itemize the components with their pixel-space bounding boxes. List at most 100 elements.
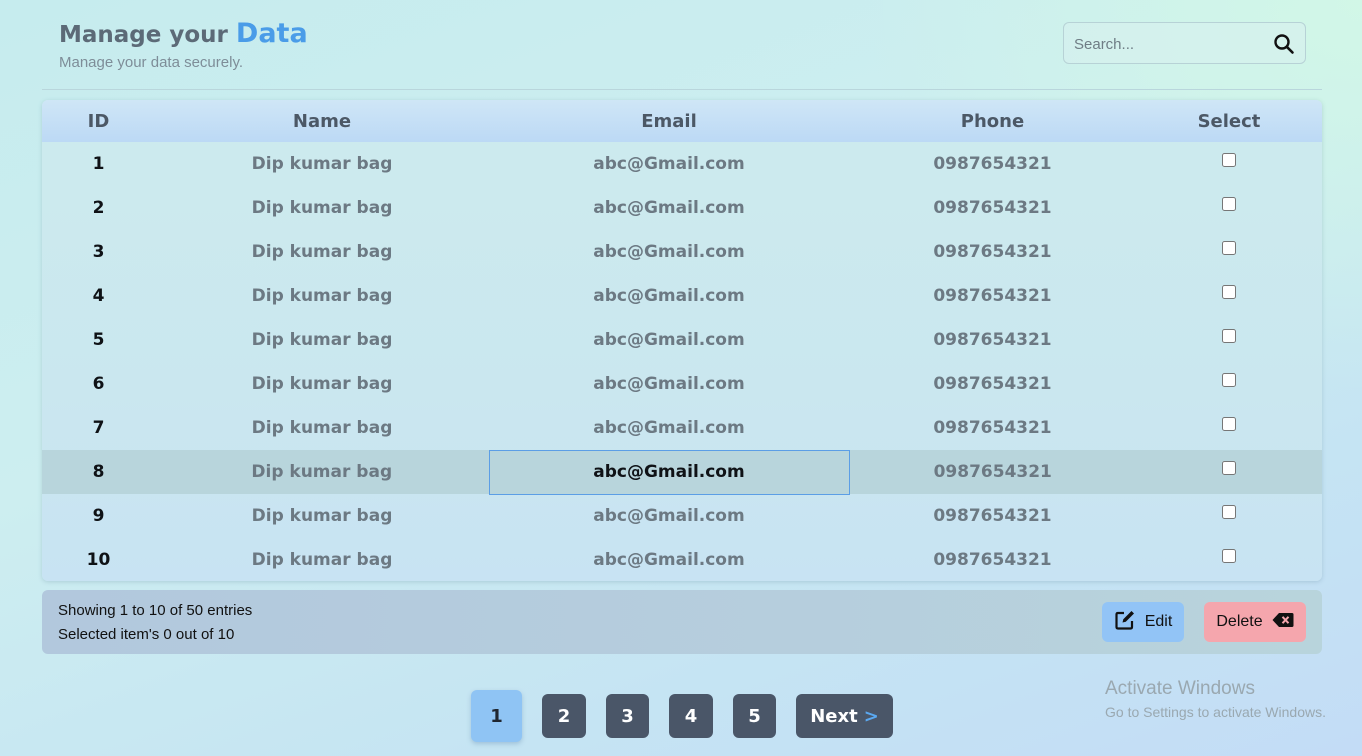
delete-button-label: Delete	[1216, 613, 1263, 630]
page-header: Manage your Data Manage your data secure…	[42, 0, 1322, 90]
edit-button[interactable]: Edit	[1102, 602, 1184, 642]
edit-button-label: Edit	[1144, 613, 1173, 630]
cell-phone[interactable]: 0987654321	[849, 142, 1136, 186]
cell-select	[1136, 406, 1322, 450]
selection-info: Selected item's 0 out of 10	[58, 626, 235, 643]
cell-email[interactable]: abc@Gmail.com	[489, 538, 849, 581]
next-page-button[interactable]: Next >	[796, 694, 893, 738]
page-subtitle: Manage your data securely.	[59, 54, 243, 71]
cell-id: 2	[92, 198, 105, 218]
page-button-3[interactable]: 3	[606, 694, 649, 738]
cell-name[interactable]: Dip kumar bag	[155, 186, 489, 230]
cell-name[interactable]: Dip kumar bag	[155, 274, 489, 318]
table-footer-bar: Showing 1 to 10 of 50 entries Selected i…	[42, 590, 1322, 654]
cell-name[interactable]: Dip kumar bag	[155, 450, 489, 494]
cell-email[interactable]: abc@Gmail.com	[489, 142, 849, 186]
column-header-id: ID	[87, 110, 110, 132]
cell-name[interactable]: Dip kumar bag	[155, 494, 489, 538]
cell-email-active[interactable]: abc@Gmail.com	[488, 449, 850, 495]
cell-select	[1136, 274, 1322, 318]
page-title-prefix: Manage your	[59, 22, 228, 48]
cell-name[interactable]: Dip kumar bag	[155, 318, 489, 362]
cell-name[interactable]: Dip kumar bag	[155, 362, 489, 406]
cell-phone[interactable]: 0987654321	[849, 538, 1136, 581]
row-select-checkbox[interactable]	[1222, 153, 1236, 167]
cell-id: 5	[92, 330, 105, 350]
cell-phone[interactable]: 0987654321	[849, 318, 1136, 362]
cell-email[interactable]: abc@Gmail.com	[489, 230, 849, 274]
column-header-name: Name	[292, 110, 352, 132]
cell-select	[1136, 362, 1322, 406]
cell-id: 1	[92, 154, 105, 174]
table-row[interactable]: 5 Dip kumar bag abc@Gmail.com 0987654321	[42, 318, 1322, 362]
activation-watermark: Activate Windows Go to Settings to activ…	[1105, 678, 1326, 720]
cell-id: 6	[92, 374, 105, 394]
search-icon[interactable]	[1273, 33, 1295, 55]
cell-id: 9	[92, 506, 105, 526]
entries-info: Showing 1 to 10 of 50 entries	[58, 602, 253, 619]
column-header-phone: Phone	[960, 110, 1025, 132]
page-button-5[interactable]: 5	[733, 694, 776, 738]
cell-phone[interactable]: 0987654321	[849, 362, 1136, 406]
cell-id: 4	[92, 286, 105, 306]
cell-email[interactable]: abc@Gmail.com	[489, 186, 849, 230]
row-select-checkbox[interactable]	[1222, 549, 1236, 563]
backspace-icon	[1272, 612, 1294, 633]
table-header-row: ID Name Email Phone Select	[42, 100, 1322, 142]
cell-phone[interactable]: 0987654321	[849, 230, 1136, 274]
next-page-label: Next	[810, 705, 858, 727]
cell-phone[interactable]: 0987654321	[849, 494, 1136, 538]
cell-select	[1136, 142, 1322, 186]
table-row[interactable]: 2 Dip kumar bag abc@Gmail.com 0987654321	[42, 186, 1322, 230]
table-row-highlighted[interactable]: 8 Dip kumar bag abc@Gmail.com 0987654321	[42, 449, 1322, 495]
cell-name[interactable]: Dip kumar bag	[155, 538, 489, 581]
table-row[interactable]: 4 Dip kumar bag abc@Gmail.com 0987654321	[42, 274, 1322, 318]
watermark-title: Activate Windows	[1105, 678, 1255, 699]
cell-phone[interactable]: 0987654321	[849, 186, 1136, 230]
row-select-checkbox[interactable]	[1222, 505, 1236, 519]
cell-id: 3	[92, 242, 105, 262]
cell-select	[1136, 186, 1322, 230]
cell-phone[interactable]: 0987654321	[849, 450, 1136, 494]
table-row[interactable]: 7 Dip kumar bag abc@Gmail.com 0987654321	[42, 406, 1322, 450]
search-input[interactable]	[1074, 31, 1264, 57]
page-button-1[interactable]: 1	[471, 690, 522, 742]
delete-button[interactable]: Delete	[1204, 602, 1306, 642]
row-select-checkbox[interactable]	[1222, 197, 1236, 211]
cell-select	[1136, 494, 1322, 538]
cell-email[interactable]: abc@Gmail.com	[489, 362, 849, 406]
table-row[interactable]: 3 Dip kumar bag abc@Gmail.com 0987654321	[42, 230, 1322, 274]
cell-email[interactable]: abc@Gmail.com	[489, 274, 849, 318]
watermark-subtitle: Go to Settings to activate Windows.	[1105, 704, 1326, 720]
cell-email[interactable]: abc@Gmail.com	[489, 494, 849, 538]
row-select-checkbox[interactable]	[1222, 241, 1236, 255]
table-row[interactable]: 1 Dip kumar bag abc@Gmail.com 0987654321	[42, 142, 1322, 186]
row-select-checkbox[interactable]	[1222, 461, 1236, 475]
cell-phone[interactable]: 0987654321	[849, 274, 1136, 318]
cell-name[interactable]: Dip kumar bag	[155, 142, 489, 186]
column-header-email: Email	[641, 110, 697, 132]
data-table: ID Name Email Phone Select 1 Dip kumar b…	[42, 100, 1322, 581]
table-row[interactable]: 6 Dip kumar bag abc@Gmail.com 0987654321	[42, 362, 1322, 406]
page-button-2[interactable]: 2	[542, 694, 586, 738]
table-row[interactable]: 10 Dip kumar bag abc@Gmail.com 098765432…	[42, 538, 1322, 581]
cell-select	[1136, 538, 1322, 581]
cell-phone[interactable]: 0987654321	[849, 406, 1136, 450]
cell-name[interactable]: Dip kumar bag	[155, 406, 489, 450]
page-button-4[interactable]: 4	[669, 694, 713, 738]
table-row[interactable]: 9 Dip kumar bag abc@Gmail.com 0987654321	[42, 494, 1322, 538]
cell-select	[1136, 230, 1322, 274]
cell-select	[1136, 318, 1322, 362]
cell-id: 8	[92, 462, 105, 482]
row-select-checkbox[interactable]	[1222, 373, 1236, 387]
chevron-right-icon: >	[863, 705, 879, 727]
row-select-checkbox[interactable]	[1222, 329, 1236, 343]
row-select-checkbox[interactable]	[1222, 417, 1236, 431]
cell-id: 10	[86, 550, 111, 570]
cell-name[interactable]: Dip kumar bag	[155, 230, 489, 274]
cell-select	[1136, 450, 1322, 494]
row-select-checkbox[interactable]	[1222, 285, 1236, 299]
cell-email[interactable]: abc@Gmail.com	[489, 318, 849, 362]
cell-id: 7	[92, 418, 105, 438]
cell-email[interactable]: abc@Gmail.com	[489, 406, 849, 450]
